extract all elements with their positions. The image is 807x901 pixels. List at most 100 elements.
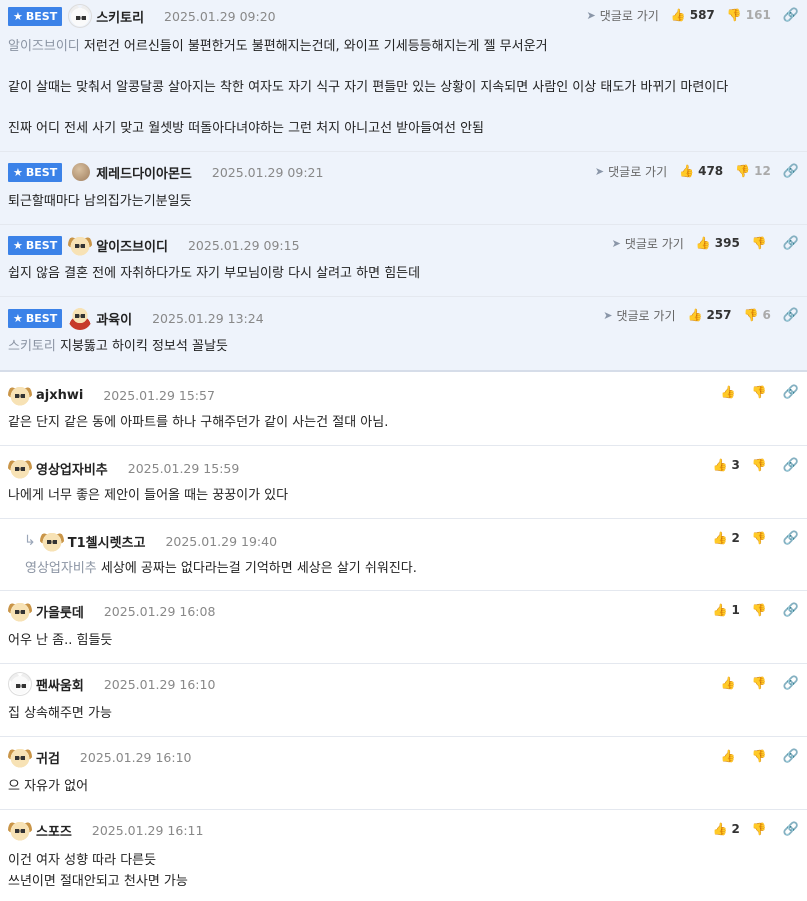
- star-icon: ★: [13, 311, 23, 325]
- nickname[interactable]: 과육이: [96, 309, 132, 328]
- mention[interactable]: 스키토리: [8, 339, 56, 354]
- thumbs-down-icon: 👎: [751, 749, 767, 763]
- thumbs-up-icon: 👍: [712, 458, 728, 472]
- comment-date: 2025.01.29 16:10: [103, 676, 216, 692]
- thumbs-down-icon: 👎: [751, 458, 767, 472]
- comment-date: 2025.01.29 15:57: [103, 387, 215, 403]
- upvote-button[interactable]: 👍 587: [671, 8, 715, 22]
- avatar[interactable]: [8, 745, 32, 769]
- nickname[interactable]: 제레드다이아몬드: [96, 163, 192, 182]
- comment-text: 으 자유가 없어: [8, 779, 89, 794]
- link-icon[interactable]: 🔗: [783, 236, 799, 251]
- comment-date: 2025.01.29 16:10: [79, 749, 192, 765]
- thumbs-down-icon: 👎: [751, 603, 767, 617]
- comment-date: 2025.01.29 09:21: [211, 164, 324, 180]
- upvote-button[interactable]: 👍: [721, 676, 740, 690]
- paper-plane-icon: ➤: [594, 164, 605, 178]
- thumbs-up-icon: 👍: [687, 308, 703, 322]
- avatar[interactable]: [8, 672, 32, 696]
- thumbs-up-icon: 👍: [720, 749, 736, 763]
- downvote-button[interactable]: 👎: [752, 236, 771, 250]
- link-icon[interactable]: 🔗: [783, 458, 799, 473]
- nickname[interactable]: 가을룻데: [36, 602, 84, 621]
- thumbs-down-icon: 👎: [726, 8, 742, 22]
- comment-date: 2025.01.29 09:20: [164, 8, 276, 24]
- link-icon[interactable]: 🔗: [783, 676, 799, 691]
- goto-comment-link[interactable]: ➤ 댓글로 가기: [595, 163, 667, 180]
- comment: 가을룻데 2025.01.29 16:08 👍 1 👎 🔗 어우 난 좀.. 힘들…: [0, 591, 807, 664]
- star-icon: ★: [13, 238, 23, 252]
- comment-text: 쉽지 않음 결혼 전에 자취하다가도 자기 부모님이랑 다시 살려고 하면 힘든…: [8, 266, 421, 281]
- mention[interactable]: 영상업자비추: [25, 561, 97, 576]
- nickname[interactable]: 스포즈: [36, 821, 72, 840]
- downvote-button[interactable]: 👎: [752, 822, 771, 836]
- downvote-button[interactable]: 👎 161: [727, 8, 771, 22]
- upvote-button[interactable]: 👍 2: [713, 531, 740, 545]
- downvote-button[interactable]: 👎: [752, 676, 771, 690]
- nickname[interactable]: 알이즈브이디: [96, 236, 168, 255]
- best-badge: ★ BEST: [8, 308, 63, 328]
- link-icon[interactable]: 🔗: [783, 603, 799, 618]
- avatar[interactable]: [8, 818, 32, 842]
- downvote-button[interactable]: 👎: [752, 603, 771, 617]
- nickname[interactable]: 영상업자비추: [36, 459, 108, 478]
- link-icon[interactable]: 🔗: [783, 749, 799, 764]
- thumbs-up-icon: 👍: [712, 822, 728, 836]
- thumbs-down-icon: 👎: [751, 531, 767, 545]
- comment-text: 나에게 너무 좋은 제안이 들어올 때는 꿍꿍이가 있다: [8, 488, 289, 503]
- paper-plane-icon: ➤: [586, 8, 596, 22]
- avatar[interactable]: [39, 529, 64, 553]
- nickname[interactable]: 귀검: [36, 748, 60, 767]
- goto-comment-link[interactable]: ➤ 댓글로 가기: [603, 307, 675, 324]
- downvote-button[interactable]: 👎: [752, 458, 771, 472]
- avatar[interactable]: [68, 4, 93, 28]
- comment-date: 2025.01.29 16:11: [91, 822, 204, 838]
- comment-list: ★ BEST 스키토리 2025.01.29 09:20 ➤ 댓글로 가기 👍 587…: [0, 0, 807, 901]
- reply-arrow-icon: ↳: [24, 533, 36, 549]
- link-icon[interactable]: 🔗: [783, 822, 799, 837]
- best-badge: ★ BEST: [8, 6, 63, 26]
- link-icon[interactable]: 🔗: [783, 164, 799, 179]
- avatar[interactable]: [72, 163, 91, 181]
- nickname[interactable]: T1첼시렛츠고: [68, 532, 146, 551]
- link-icon[interactable]: 🔗: [783, 308, 799, 323]
- nickname[interactable]: 팬싸움회: [36, 675, 84, 694]
- thumbs-down-icon: 👎: [751, 385, 767, 399]
- best-badge: ★ BEST: [8, 162, 63, 182]
- avatar[interactable]: [68, 233, 93, 257]
- goto-comment-link[interactable]: ➤ 댓글로 가기: [587, 7, 659, 24]
- upvote-button[interactable]: 👍 1: [713, 603, 740, 617]
- thumbs-up-icon: 👍: [679, 164, 695, 178]
- avatar[interactable]: [8, 456, 32, 480]
- thumbs-down-icon: 👎: [735, 164, 751, 178]
- upvote-button[interactable]: 👍: [721, 385, 740, 399]
- downvote-button[interactable]: 👎 6: [744, 308, 771, 322]
- avatar[interactable]: [8, 383, 32, 407]
- thumbs-down-icon: 👎: [751, 822, 767, 836]
- mention[interactable]: 알이즈브이디: [8, 39, 80, 54]
- comment-text: 퇴근할때마다 남의집가는기분일듯: [8, 194, 192, 209]
- upvote-button[interactable]: 👍 257: [687, 308, 731, 322]
- upvote-button[interactable]: 👍 2: [713, 822, 740, 836]
- nickname[interactable]: 스키토리: [96, 7, 144, 26]
- link-icon[interactable]: 🔗: [783, 385, 799, 400]
- best-comment: ★ BEST 제레드다이아몬드 2025.01.29 09:21 ➤ 댓글로 가기 …: [0, 152, 807, 225]
- upvote-button[interactable]: 👍 478: [679, 164, 723, 178]
- upvote-button[interactable]: 👍 3: [713, 458, 740, 472]
- goto-comment-link[interactable]: ➤ 댓글로 가기: [612, 235, 684, 252]
- downvote-button[interactable]: 👎: [752, 749, 771, 763]
- downvote-button[interactable]: 👎 12: [735, 164, 771, 178]
- link-icon[interactable]: 🔗: [783, 531, 799, 546]
- comment-text: 이건 여자 성향 따라 다른듯 쓰년이면 절대안되고 천사면 가능: [8, 853, 188, 889]
- downvote-button[interactable]: 👎: [752, 385, 771, 399]
- upvote-button[interactable]: 👍: [721, 749, 740, 763]
- nickname[interactable]: ajxhwi: [36, 388, 83, 403]
- downvote-button[interactable]: 👎: [752, 531, 771, 545]
- link-icon[interactable]: 🔗: [783, 8, 799, 23]
- upvote-button[interactable]: 👍 395: [696, 236, 740, 250]
- comment: 영상업자비추 2025.01.29 15:59 👍 3 👎 🔗 나에게 너무 좋은…: [0, 446, 807, 519]
- avatar[interactable]: [68, 306, 93, 330]
- paper-plane-icon: ➤: [611, 236, 621, 250]
- avatar[interactable]: [8, 599, 32, 623]
- best-comment: ★ BEST 스키토리 2025.01.29 09:20 ➤ 댓글로 가기 👍 587…: [0, 0, 807, 152]
